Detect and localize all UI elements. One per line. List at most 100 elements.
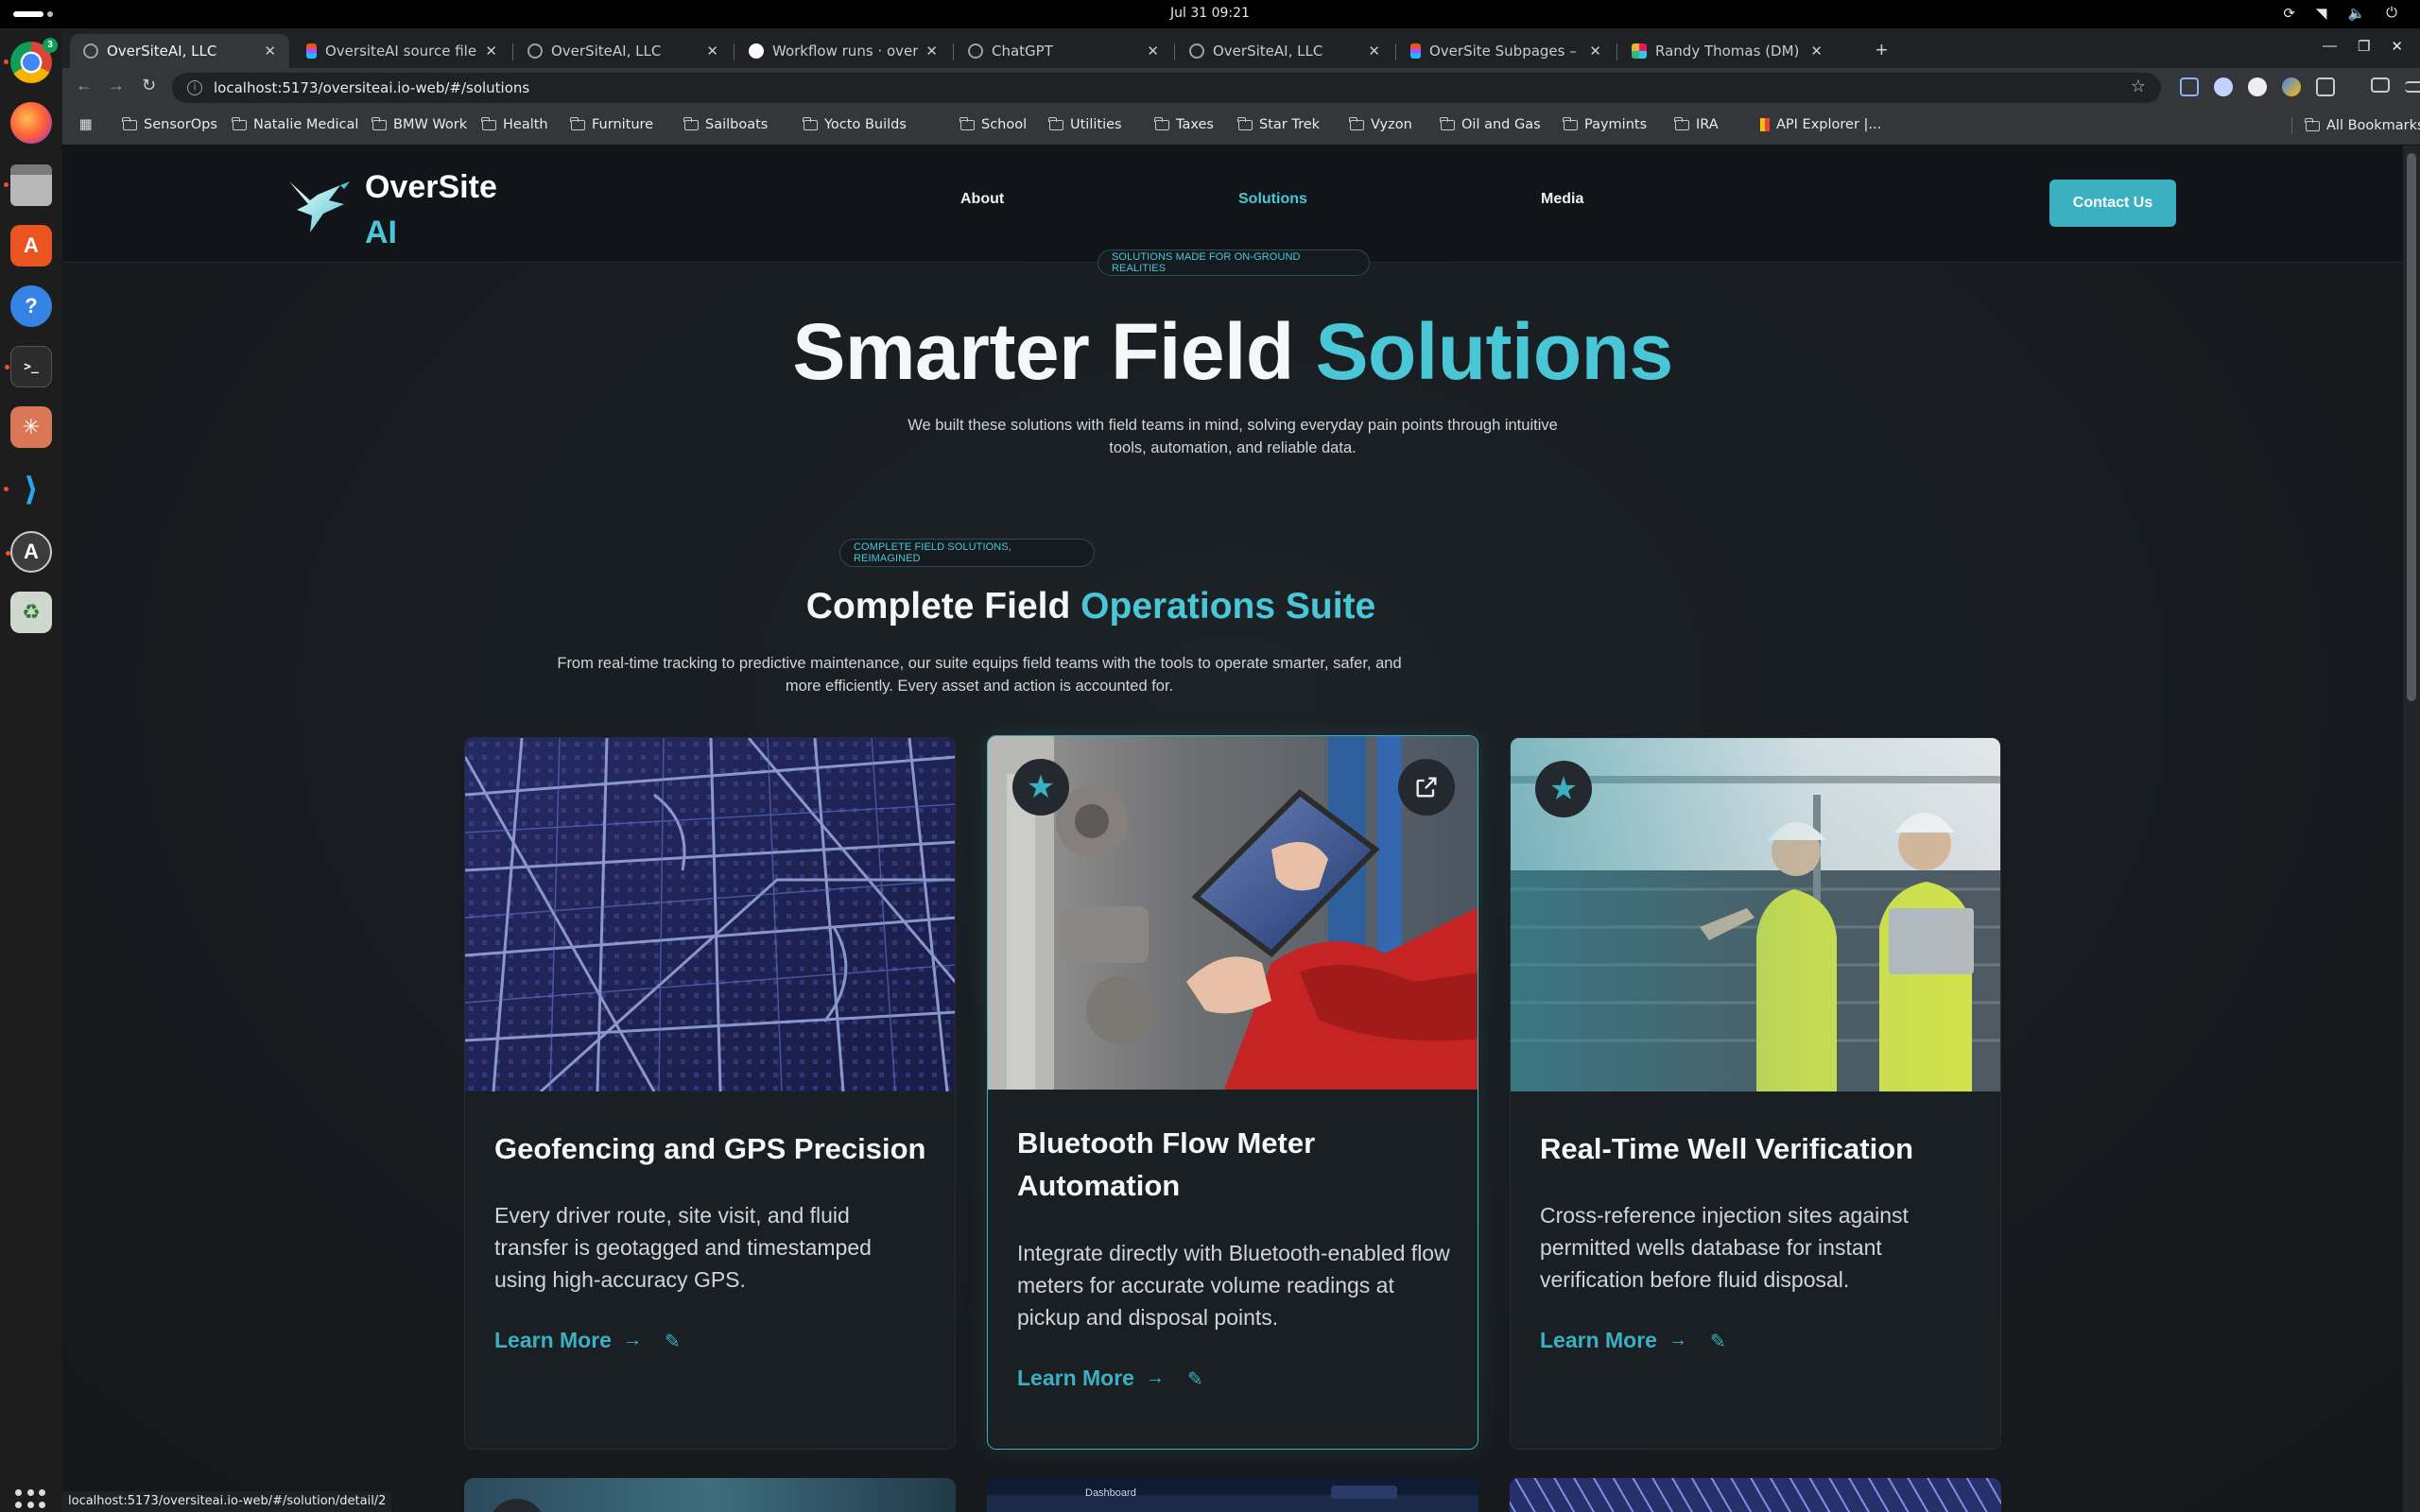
learn-more-link[interactable]: Learn More → <box>1540 1328 1687 1353</box>
site-info-icon[interactable]: i <box>187 80 202 95</box>
bookmark-folder[interactable]: Yocto Builds <box>803 116 907 132</box>
solution-card-peek-3[interactable] <box>1510 1478 2001 1512</box>
tab-title: ChatGPT <box>992 43 1053 60</box>
tab-search-icon[interactable] <box>2405 81 2420 93</box>
bookmark-link[interactable]: API Explorer |... <box>1760 117 1881 132</box>
extension-c-icon[interactable] <box>2282 77 2301 96</box>
external-link-icon[interactable] <box>1398 759 1455 816</box>
back-icon[interactable]: ← <box>76 76 93 95</box>
address-bar[interactable]: i localhost:5173/oversiteai.io-web/#/sol… <box>172 73 2161 103</box>
bookmark-folder[interactable]: BMW Work <box>372 116 467 132</box>
folder-icon <box>1048 116 1063 130</box>
extension-b-icon[interactable] <box>2248 77 2267 96</box>
site-logo-text[interactable]: OverSite AI <box>365 164 497 255</box>
arrow-right-icon: → <box>1668 1330 1687 1350</box>
solution-card-peek-dashboard[interactable]: Dashboard <box>987 1478 1478 1512</box>
firefox-icon[interactable] <box>10 102 52 144</box>
close-icon[interactable]: ✕ <box>264 43 276 60</box>
hero-subtitle: We built these solutions with field team… <box>908 417 1558 456</box>
nav-media[interactable]: Media <box>1541 191 1583 208</box>
cast-icon[interactable] <box>2371 77 2390 93</box>
close-icon[interactable]: ✕ <box>925 43 938 60</box>
bookmark-folder[interactable]: Natalie Medical <box>232 116 358 132</box>
page-scrollbar[interactable] <box>2403 146 2420 1512</box>
bookmark-star-icon[interactable]: ☆ <box>2131 77 2146 96</box>
close-icon[interactable]: ✕ <box>1810 43 1823 60</box>
bookmark-folder[interactable]: Vyzon <box>1349 116 1412 132</box>
scrollbar-thumb[interactable] <box>2407 153 2416 701</box>
bookmarks-bar: ▦ SensorOps Natalie Medical BMW Work Hea… <box>62 108 2420 146</box>
tab-figma-source[interactable]: OversiteAI source file – F ✕ <box>293 34 510 68</box>
minimize-icon[interactable]: — <box>2323 38 2337 55</box>
chrome-icon[interactable]: 3 <box>4 38 58 83</box>
close-icon[interactable]: ✕ <box>706 43 718 60</box>
bookmark-folder[interactable]: Health <box>481 116 548 132</box>
tab-slack-dm[interactable]: Randy Thomas (DM) - Ov ✕ <box>1618 34 1836 68</box>
hummingbird-logo-icon[interactable] <box>285 172 352 236</box>
tab-oversite-3[interactable]: OverSiteAI, LLC ✕ <box>1176 34 1393 68</box>
extension-notes-icon[interactable] <box>2180 77 2199 96</box>
solution-card-peek-1[interactable] <box>464 1478 956 1512</box>
solution-card-flow-meter[interactable]: ★ Bluetooth Flow Meter Automation Integr… <box>987 735 1478 1450</box>
volume-icon[interactable]: 🔈 <box>2347 5 2365 22</box>
url-text[interactable]: localhost:5173/oversiteai.io-web/#/solut… <box>214 79 529 96</box>
close-window-icon[interactable]: ✕ <box>2391 38 2403 55</box>
close-icon[interactable]: ✕ <box>1589 43 1601 60</box>
claude-icon[interactable]: ✳ <box>10 406 52 448</box>
edit-pencil-icon[interactable]: ✎ <box>665 1330 681 1353</box>
software-updater-icon[interactable]: A <box>6 531 52 573</box>
files-icon[interactable] <box>4 164 52 206</box>
bookmark-folder[interactable]: Furniture <box>570 116 654 132</box>
bookmark-folder[interactable]: SensorOps <box>122 116 217 132</box>
trash-icon[interactable]: ♻ <box>10 592 52 633</box>
tab-oversite-2[interactable]: OverSiteAI, LLC ✕ <box>514 34 732 68</box>
solution-card-well-verification[interactable]: ★ Real-Time Well Verification Cross-refe… <box>1510 737 2001 1450</box>
app-center-icon[interactable]: A <box>10 225 52 266</box>
bookmark-folder[interactable]: Utilities <box>1048 116 1122 132</box>
edit-pencil-icon[interactable]: ✎ <box>1187 1367 1203 1391</box>
tab-title: OverSiteAI, LLC <box>1213 43 1323 60</box>
close-icon[interactable]: ✕ <box>1147 43 1159 60</box>
show-apps-icon[interactable] <box>15 1489 47 1512</box>
globe-icon <box>83 43 98 59</box>
hero-title-part-1: Smarter Field <box>792 307 1316 396</box>
tab-github-workflows[interactable]: Workflow runs · oversite ✕ <box>735 34 951 68</box>
bookmark-label: Furniture <box>592 117 654 132</box>
restore-icon[interactable]: ❐ <box>2358 38 2370 55</box>
tab-oversite-active[interactable]: OverSiteAI, LLC ✕ <box>70 34 289 68</box>
forward-icon[interactable]: → <box>108 76 125 95</box>
sync-icon[interactable]: ⟳ <box>2283 5 2295 22</box>
bookmark-folder[interactable]: IRA <box>1674 116 1719 132</box>
close-icon[interactable]: ✕ <box>485 43 497 60</box>
solution-card-geofencing[interactable]: Geofencing and GPS Precision Every drive… <box>464 737 956 1450</box>
nav-solutions[interactable]: Solutions <box>1238 191 1307 208</box>
power-icon[interactable]: ⏻ <box>2386 5 2397 22</box>
close-icon[interactable]: ✕ <box>1368 43 1380 60</box>
bookmark-folder[interactable]: Paymints <box>1563 116 1647 132</box>
wifi-icon[interactable]: ◥ <box>2316 5 2327 22</box>
bookmark-folder[interactable]: Sailboats <box>683 116 768 132</box>
new-tab-button[interactable]: + <box>1876 38 1888 62</box>
bookmark-folder[interactable]: Taxes <box>1154 116 1214 132</box>
vscode-icon[interactable]: ⟩ <box>4 469 52 510</box>
help-icon[interactable]: ? <box>10 285 52 327</box>
tab-figma-subpages[interactable]: OverSite Subpages – Fig ✕ <box>1397 34 1615 68</box>
tab-chatgpt[interactable]: ChatGPT ✕ <box>955 34 1172 68</box>
apps-grid-icon[interactable]: ▦ <box>79 117 93 132</box>
extensions-puzzle-icon[interactable] <box>2316 77 2335 96</box>
learn-more-link[interactable]: Learn More → <box>1017 1366 1165 1391</box>
terminal-icon[interactable]: >_ <box>5 346 52 387</box>
extension-a-icon[interactable] <box>2214 77 2233 96</box>
bookmark-folder[interactable]: School <box>959 116 1027 132</box>
nav-about[interactable]: About <box>960 191 1004 208</box>
all-bookmarks-folder[interactable]: All Bookmarks <box>2291 117 2420 134</box>
reload-icon[interactable]: ↻ <box>142 76 156 95</box>
system-clock[interactable]: Jul 31 09:21 <box>0 6 2420 21</box>
bookmark-folder[interactable]: Oil and Gas <box>1440 116 1541 132</box>
edit-pencil-icon[interactable]: ✎ <box>1710 1330 1726 1353</box>
learn-more-link[interactable]: Learn More → <box>494 1328 642 1353</box>
arrow-right-icon: → <box>1145 1367 1165 1388</box>
bookmark-folder[interactable]: Star Trek <box>1237 116 1320 132</box>
system-tray[interactable]: ⟳ ◥ 🔈 ⏻ <box>2283 5 2397 22</box>
contact-us-button[interactable]: Contact Us <box>2049 180 2176 227</box>
